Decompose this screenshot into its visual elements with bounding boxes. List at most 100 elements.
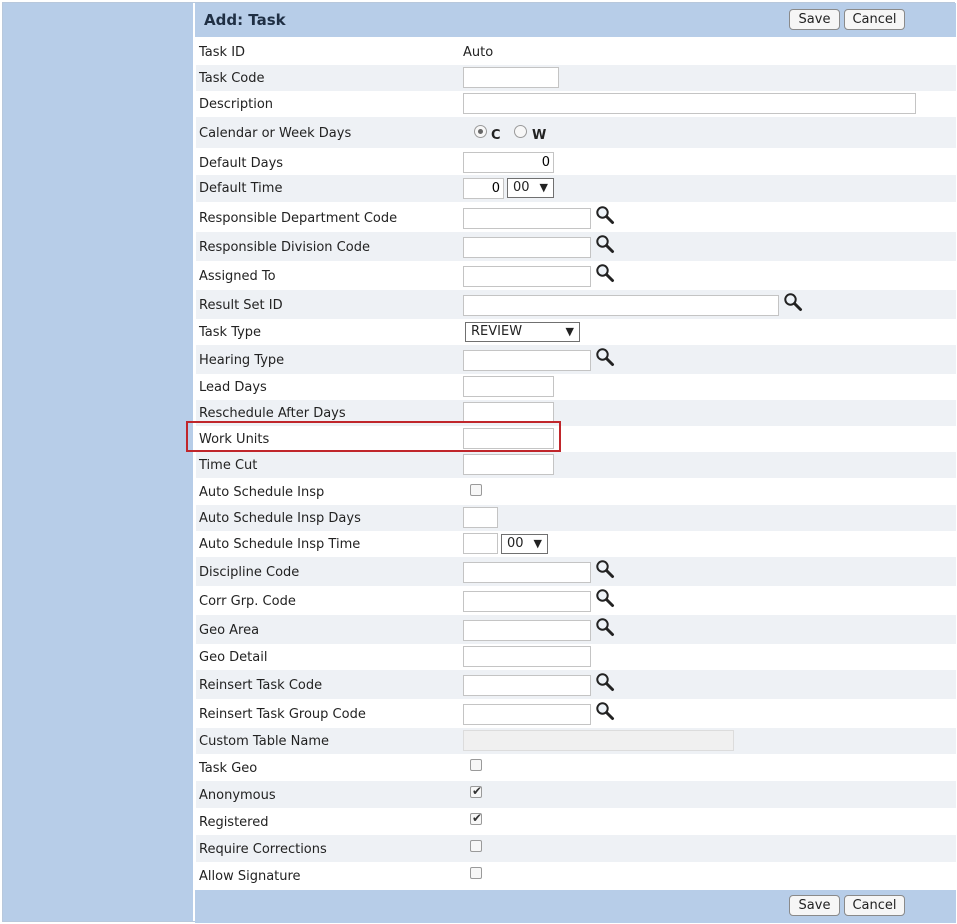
form-header <box>195 3 956 37</box>
magnifier-icon[interactable] <box>595 263 615 283</box>
task-type-label: Task Type <box>199 325 262 340</box>
default-days-label: Default Days <box>199 156 284 171</box>
responsible-department-label: Responsible Department Code <box>199 211 398 226</box>
row-reinsert-task-code: Reinsert Task Code <box>196 670 956 699</box>
registered-checkbox[interactable]: ✔ <box>470 811 482 825</box>
corr-grp-code-input[interactable] <box>463 591 591 612</box>
auto-schedule-insp-time-minute-value: 00 <box>507 536 524 551</box>
allow-signature-checkbox[interactable] <box>470 867 482 879</box>
task-geo-checkbox[interactable] <box>470 759 482 771</box>
cancel-button-top[interactable]: Cancel <box>844 9 905 30</box>
time-cut-input[interactable] <box>463 454 554 475</box>
task-id-value: Auto <box>463 45 494 60</box>
row-default-days: Default Days <box>196 148 956 175</box>
default-time-label: Default Time <box>199 181 283 196</box>
row-assigned-to: Assigned To <box>196 261 956 290</box>
result-set-id-input[interactable] <box>463 295 779 316</box>
lead-days-label: Lead Days <box>199 380 267 395</box>
row-anonymous: Anonymous ✔ <box>196 781 956 808</box>
magnifier-icon[interactable] <box>595 672 615 692</box>
discipline-code-input[interactable] <box>463 562 591 583</box>
default-time-minute-value: 00 <box>513 180 530 195</box>
time-cut-label: Time Cut <box>199 458 258 473</box>
registered-label: Registered <box>199 815 269 830</box>
gutter-divider <box>193 3 195 921</box>
row-time-cut: Time Cut <box>196 452 956 478</box>
row-lead-days: Lead Days <box>196 374 956 400</box>
custom-table-name-label: Custom Table Name <box>199 734 330 749</box>
task-type-select[interactable]: REVIEW ▼ <box>465 322 580 342</box>
anonymous-checkbox[interactable]: ✔ <box>470 784 483 798</box>
form-footer <box>195 890 956 923</box>
row-geo-area: Geo Area <box>196 615 956 644</box>
allow-signature-label: Allow Signature <box>199 869 301 884</box>
magnifier-icon[interactable] <box>595 701 615 721</box>
row-corr-grp-code: Corr Grp. Code <box>196 586 956 615</box>
assigned-to-input[interactable] <box>463 266 591 287</box>
row-task-type: Task Type REVIEW ▼ <box>196 319 956 345</box>
assigned-to-label: Assigned To <box>199 269 276 284</box>
auto-schedule-insp-time-minute-select[interactable]: 00 ▼ <box>501 534 548 554</box>
triangle-down-icon: ▼ <box>539 181 548 194</box>
task-code-input[interactable] <box>463 67 559 88</box>
task-form-frame: Add: Task Save Cancel Task ID Auto Task … <box>2 2 956 923</box>
magnifier-icon[interactable] <box>783 292 803 312</box>
row-auto-schedule-insp: Auto Schedule Insp <box>196 478 956 505</box>
description-label: Description <box>199 97 274 112</box>
row-responsible-division: Responsible Division Code <box>196 232 956 261</box>
save-button-bottom[interactable]: Save <box>789 895 840 916</box>
discipline-code-label: Discipline Code <box>199 565 300 580</box>
radio-calendar-label: C <box>491 128 501 143</box>
row-default-time: Default Time 00 ▼ <box>196 175 956 202</box>
auto-schedule-insp-days-input[interactable] <box>463 507 498 528</box>
row-require-corrections: Require Corrections <box>196 835 956 862</box>
row-responsible-department: Responsible Department Code <box>196 202 956 232</box>
row-task-geo: Task Geo <box>196 754 956 781</box>
auto-schedule-insp-time-hour-input[interactable] <box>463 533 498 554</box>
custom-table-name-input <box>463 730 734 751</box>
row-registered: Registered ✔ <box>196 808 956 835</box>
save-button-top[interactable]: Save <box>789 9 840 30</box>
require-corrections-label: Require Corrections <box>199 842 327 857</box>
magnifier-icon[interactable] <box>595 588 615 608</box>
description-input[interactable] <box>463 93 916 114</box>
left-gutter <box>3 3 193 921</box>
row-auto-schedule-insp-days: Auto Schedule Insp Days <box>196 505 956 531</box>
row-geo-detail: Geo Detail <box>196 644 956 670</box>
responsible-division-label: Responsible Division Code <box>199 240 370 255</box>
radio-week-days[interactable] <box>514 125 527 138</box>
reinsert-task-group-code-label: Reinsert Task Group Code <box>199 707 366 722</box>
hearing-type-input[interactable] <box>463 350 591 371</box>
auto-schedule-insp-checkbox[interactable] <box>470 484 482 496</box>
responsible-department-input[interactable] <box>463 208 591 229</box>
reinsert-task-group-code-input[interactable] <box>463 704 591 725</box>
result-set-id-label: Result Set ID <box>199 298 283 313</box>
responsible-division-input[interactable] <box>463 237 591 258</box>
radio-calendar-days[interactable] <box>474 125 487 138</box>
corr-grp-code-label: Corr Grp. Code <box>199 594 296 609</box>
cancel-button-bottom[interactable]: Cancel <box>844 895 905 916</box>
hearing-type-label: Hearing Type <box>199 353 285 368</box>
triangle-down-icon: ▼ <box>533 537 542 550</box>
auto-schedule-insp-days-label: Auto Schedule Insp Days <box>199 511 361 526</box>
auto-schedule-insp-label: Auto Schedule Insp <box>199 485 325 500</box>
checkmark-icon: ✔ <box>472 784 483 798</box>
default-days-input[interactable] <box>463 152 554 173</box>
reinsert-task-code-input[interactable] <box>463 675 591 696</box>
geo-detail-input[interactable] <box>463 646 591 667</box>
magnifier-icon[interactable] <box>595 347 615 367</box>
magnifier-icon[interactable] <box>595 617 615 637</box>
reschedule-after-days-input[interactable] <box>463 402 554 423</box>
default-time-hour-input[interactable] <box>463 178 504 199</box>
magnifier-icon[interactable] <box>595 234 615 254</box>
reschedule-after-days-label: Reschedule After Days <box>199 406 346 421</box>
geo-area-input[interactable] <box>463 620 591 641</box>
row-discipline-code: Discipline Code <box>196 557 956 586</box>
lead-days-input[interactable] <box>463 376 554 397</box>
magnifier-icon[interactable] <box>595 559 615 579</box>
magnifier-icon[interactable] <box>595 205 615 225</box>
radio-selected-dot <box>478 129 483 134</box>
default-time-minute-select[interactable]: 00 ▼ <box>507 178 554 198</box>
triangle-down-icon: ▼ <box>565 325 574 338</box>
require-corrections-checkbox[interactable] <box>470 840 482 852</box>
